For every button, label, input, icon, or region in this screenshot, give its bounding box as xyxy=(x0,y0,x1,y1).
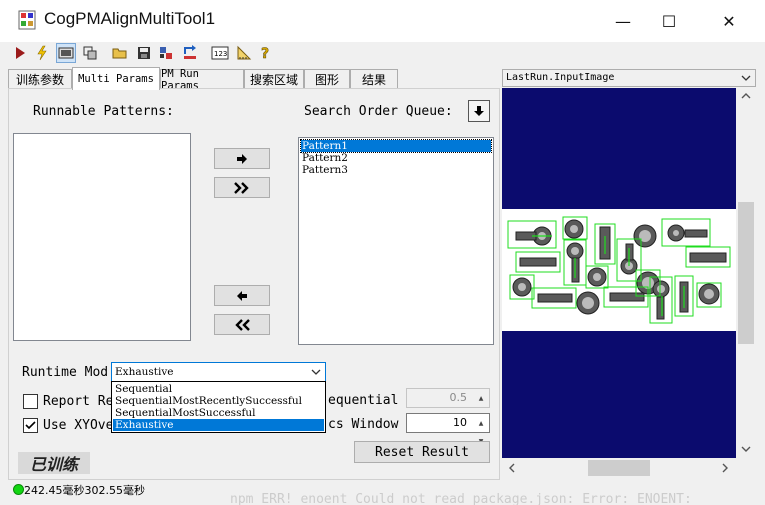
runtime-mode-value: Exhaustive xyxy=(115,366,174,378)
app-icon xyxy=(18,10,36,30)
tool-window: CogPMAlignMultiTool1 — ☐ ✕ 123 ? 训练参数 Mu… xyxy=(0,0,765,505)
runnable-patterns-list[interactable] xyxy=(13,133,191,341)
use-xy-overlap-checkbox[interactable] xyxy=(23,418,38,433)
runtime-mode-select[interactable]: Exhaustive xyxy=(111,362,326,382)
display-icon[interactable] xyxy=(56,43,76,63)
tab-train-params[interactable]: 训练参数 xyxy=(8,69,72,89)
arrow-left-icon xyxy=(237,290,247,301)
add-all-patterns-button[interactable] xyxy=(214,177,270,198)
maximize-button[interactable]: ☐ xyxy=(646,0,692,42)
window-title: CogPMAlignMultiTool1 xyxy=(44,9,216,28)
runtime-mode-dropdown: Sequential SequentialMostRecentlySuccess… xyxy=(111,381,326,433)
chevron-down-icon xyxy=(741,446,751,452)
chevron-down-icon xyxy=(311,369,321,375)
save-icon[interactable] xyxy=(134,43,154,63)
spinner-icon[interactable]: ▲▼ xyxy=(474,415,488,445)
spinner-icon[interactable]: ▲▼ xyxy=(474,390,488,420)
status-timing: 242.45毫秒302.55毫秒 xyxy=(24,484,145,497)
horizontal-scroll-thumb[interactable] xyxy=(588,460,650,476)
report-label: Report Re xyxy=(43,394,114,409)
image-selector[interactable]: LastRun.InputImage xyxy=(502,69,756,87)
title-bar[interactable]: CogPMAlignMultiTool1 — ☐ ✕ xyxy=(0,0,765,42)
toolbar: 123 ? xyxy=(0,42,765,66)
statistics-window-value: 10 xyxy=(453,416,467,429)
runtime-mode-label: Runtime Mod xyxy=(22,365,109,380)
minimize-icon: — xyxy=(615,11,631,31)
arrow-down-icon xyxy=(474,106,484,116)
close-button[interactable]: ✕ xyxy=(706,0,752,42)
chevron-left-icon xyxy=(509,463,515,473)
inspection-image xyxy=(502,209,736,331)
image-selector-value: LastRun.InputImage xyxy=(506,72,615,83)
use-xy-overlap-label: Use XYOve xyxy=(43,418,114,433)
sequential-threshold-input[interactable]: 0.5 ▲▼ xyxy=(406,388,490,420)
runtime-mode-option[interactable]: SequentialMostRecentlySuccessful xyxy=(113,395,324,407)
import-icon[interactable] xyxy=(156,43,176,63)
double-chevron-right-icon xyxy=(234,181,249,194)
open-icon[interactable] xyxy=(110,43,130,63)
sequential-threshold-value: 0.5 xyxy=(449,391,468,404)
image-vertical-scrollbar[interactable] xyxy=(736,88,756,458)
run-icon[interactable] xyxy=(10,43,30,63)
chevron-up-icon xyxy=(741,93,751,99)
reset-result-button[interactable]: Reset Result xyxy=(354,441,490,463)
maximize-icon: ☐ xyxy=(661,11,677,31)
chevron-down-icon xyxy=(741,75,751,81)
queue-item[interactable]: Pattern1 xyxy=(300,139,492,153)
tab-search-region[interactable]: 搜索区域 xyxy=(244,69,304,89)
minimize-button[interactable]: — xyxy=(600,0,646,42)
tab-results[interactable]: 结果 xyxy=(350,69,398,89)
remove-pattern-button[interactable] xyxy=(214,285,270,306)
statistics-window-label: cs Window xyxy=(328,417,399,432)
tab-pm-run-params[interactable]: PM Run Params xyxy=(160,68,244,92)
ruler-icon[interactable] xyxy=(234,43,254,63)
search-order-queue-label: Search Order Queue: xyxy=(304,104,453,119)
double-chevron-left-icon xyxy=(235,318,250,331)
runtime-mode-option[interactable]: Exhaustive xyxy=(113,419,324,431)
queue-sort-button[interactable] xyxy=(468,100,490,122)
statistics-window-input[interactable]: 10 ▲▼ xyxy=(406,413,490,445)
image-display[interactable] xyxy=(502,88,736,458)
chevron-right-icon xyxy=(722,463,728,473)
queue-item[interactable]: Pattern3 xyxy=(301,164,348,176)
runtime-mode-option[interactable]: Sequential xyxy=(113,383,324,395)
electric-run-icon[interactable] xyxy=(32,43,52,63)
report-checkbox[interactable] xyxy=(23,394,38,409)
background-terminal-line: npm ERR! enoent Could not read package.j… xyxy=(230,492,692,505)
runtime-mode-option[interactable]: SequentialMostSuccessful xyxy=(113,407,324,419)
number-icon[interactable]: 123 xyxy=(210,43,230,63)
tab-multi-params[interactable]: Multi Params xyxy=(72,67,160,90)
graphics-icon[interactable] xyxy=(80,43,100,63)
arrow-right-icon xyxy=(237,153,247,164)
vertical-scroll-thumb[interactable] xyxy=(738,202,754,344)
remove-all-patterns-button[interactable] xyxy=(214,314,270,335)
svg-text:?: ? xyxy=(261,46,269,61)
tab-graphics[interactable]: 图形 xyxy=(304,69,350,89)
add-pattern-button[interactable] xyxy=(214,148,270,169)
svg-text:123: 123 xyxy=(214,50,227,58)
runnable-patterns-label: Runnable Patterns: xyxy=(33,104,174,119)
status-led-icon xyxy=(13,484,24,495)
export-icon[interactable] xyxy=(180,43,200,63)
image-horizontal-scrollbar[interactable] xyxy=(502,458,736,478)
trained-badge: 已训练 xyxy=(18,452,90,474)
close-icon: ✕ xyxy=(722,11,736,31)
help-icon[interactable]: ? xyxy=(256,43,276,63)
search-order-queue-list[interactable]: Pattern1 Pattern2 Pattern3 xyxy=(298,137,494,345)
checkmark-icon xyxy=(25,421,36,430)
queue-item[interactable]: Pattern2 xyxy=(301,152,348,164)
